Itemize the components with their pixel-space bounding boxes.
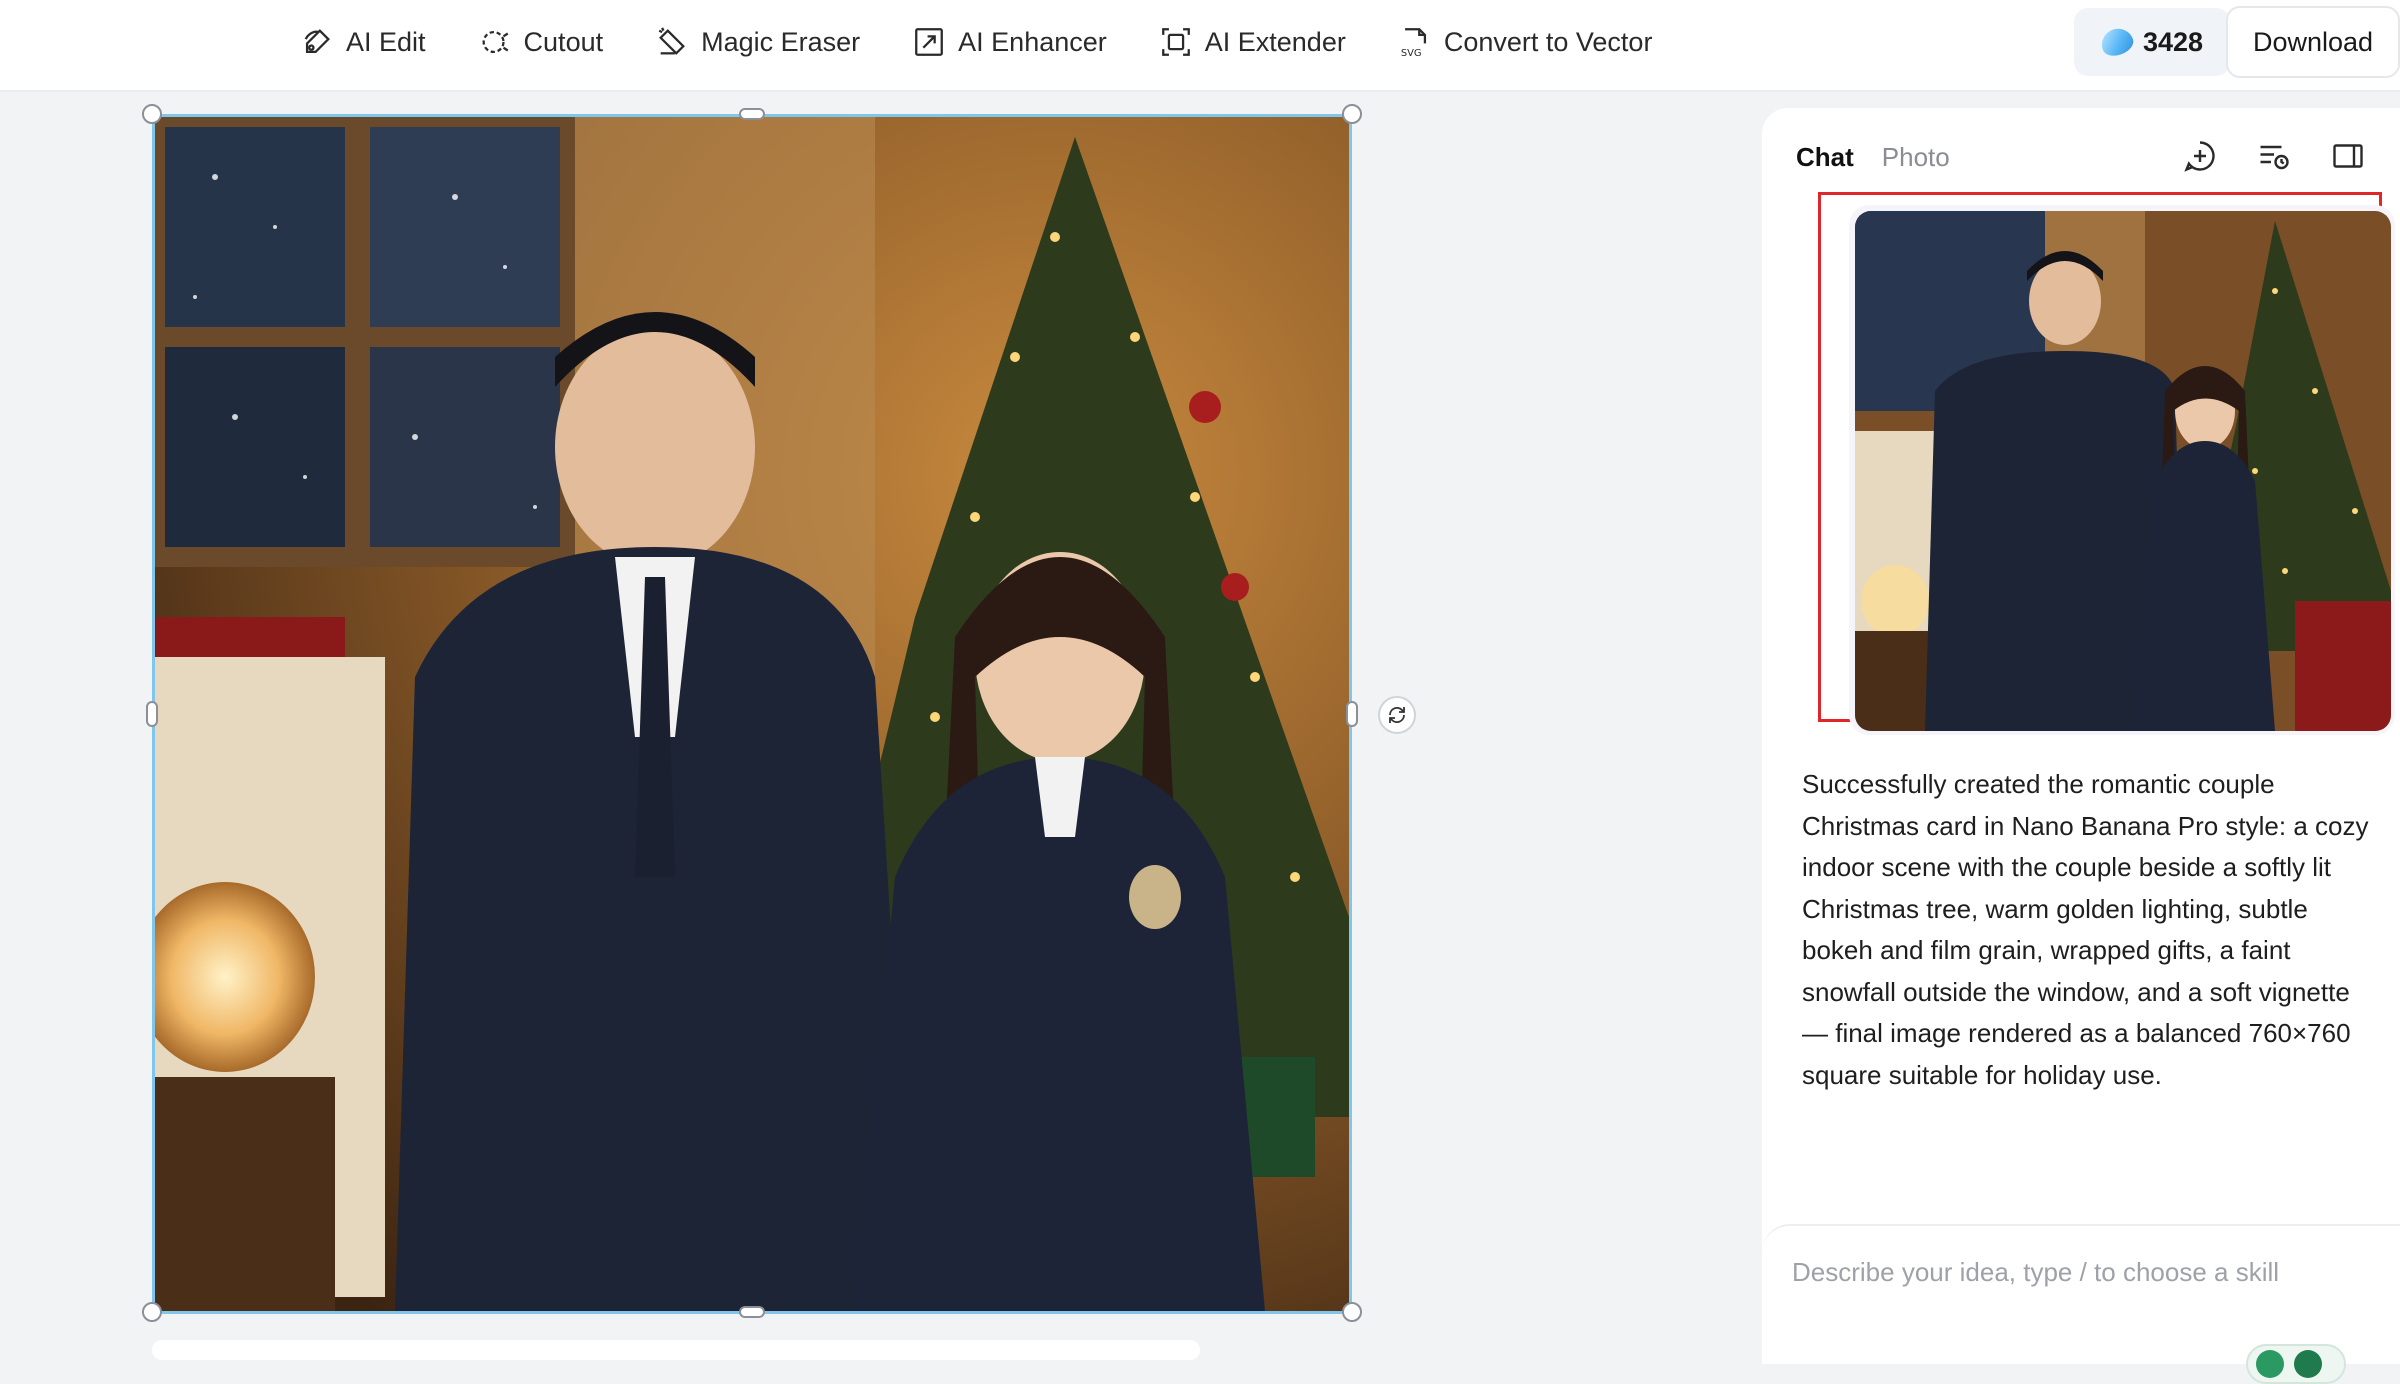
cutout-icon: [482, 30, 508, 54]
eraser-icon: [658, 27, 686, 55]
chat-composer: [1762, 1224, 2400, 1384]
resize-handle-bottom-left[interactable]: [142, 1302, 162, 1322]
tab-photo[interactable]: Photo: [1882, 142, 1950, 173]
rotate-button[interactable]: [1378, 696, 1416, 734]
tab-chat[interactable]: Chat: [1796, 142, 1854, 173]
download-button[interactable]: Download: [2226, 6, 2400, 78]
tool-list: AI Edit Cutout Magic Eraser AI Enhancer …: [300, 0, 1652, 84]
svg-text:SVG: SVG: [1401, 48, 1422, 59]
extender-icon: [1161, 28, 1190, 56]
convert-to-vector-button[interactable]: SVG Convert to Vector: [1398, 25, 1653, 60]
cutout-button[interactable]: Cutout: [478, 25, 604, 59]
top-toolbar: AI Edit Cutout Magic Eraser AI Enhancer …: [0, 0, 2400, 92]
ai-edit-label: AI Edit: [346, 26, 426, 57]
assistant-message: Successfully created the romantic couple…: [1802, 769, 2369, 1090]
magic-eraser-button[interactable]: Magic Eraser: [655, 25, 860, 59]
magic-eraser-label: Magic Eraser: [701, 26, 861, 57]
resize-handle-right[interactable]: [1346, 701, 1358, 727]
canvas-image-frame[interactable]: [152, 114, 1352, 1314]
credits-count: 3428: [2142, 26, 2204, 57]
ai-edit-icon: [304, 29, 330, 54]
panel-tabs: Chat Photo: [1796, 142, 1950, 173]
enhancer-icon: [915, 28, 944, 56]
rotate-icon: [1389, 707, 1405, 723]
new-chat-icon[interactable]: [2182, 138, 2218, 174]
prompt-input[interactable]: [1792, 1250, 2352, 1294]
ai-extender-label: AI Extender: [1204, 26, 1346, 57]
resize-handle-bottom[interactable]: [739, 1306, 765, 1318]
resize-handle-left[interactable]: [146, 701, 158, 727]
resize-handle-top[interactable]: [739, 108, 765, 120]
ai-enhancer-button[interactable]: AI Enhancer: [912, 25, 1107, 59]
convert-to-vector-label: Convert to Vector: [1443, 26, 1653, 57]
panel-actions: [2182, 138, 2366, 174]
svg-icon: SVG: [1401, 28, 1426, 59]
canvas-bottom-bar: [152, 1340, 1200, 1360]
ai-enhancer-label: AI Enhancer: [958, 26, 1107, 57]
model-icon: [2294, 1350, 2322, 1378]
credit-gem-icon: [2097, 24, 2137, 60]
generated-image-thumbnail[interactable]: [1855, 211, 2391, 731]
sidebar-toggle-icon[interactable]: [2330, 138, 2366, 174]
cutout-label: Cutout: [523, 26, 604, 57]
canvas-photo: [155, 117, 1349, 1311]
ai-edit-button[interactable]: AI Edit: [300, 25, 426, 59]
history-icon[interactable]: [2256, 138, 2292, 174]
resize-handle-bottom-right[interactable]: [1342, 1302, 1362, 1322]
ai-extender-button[interactable]: AI Extender: [1159, 25, 1346, 59]
credits-badge[interactable]: 3428: [2074, 8, 2230, 76]
resize-handle-top-right[interactable]: [1342, 104, 1362, 124]
chat-panel: Chat Photo Successfully created the roma…: [1762, 108, 2400, 1384]
resize-handle-top-left[interactable]: [142, 104, 162, 124]
send-icon: [2256, 1350, 2284, 1378]
composer-actions[interactable]: [2246, 1344, 2346, 1384]
generated-image-highlight[interactable]: [1818, 192, 2395, 735]
